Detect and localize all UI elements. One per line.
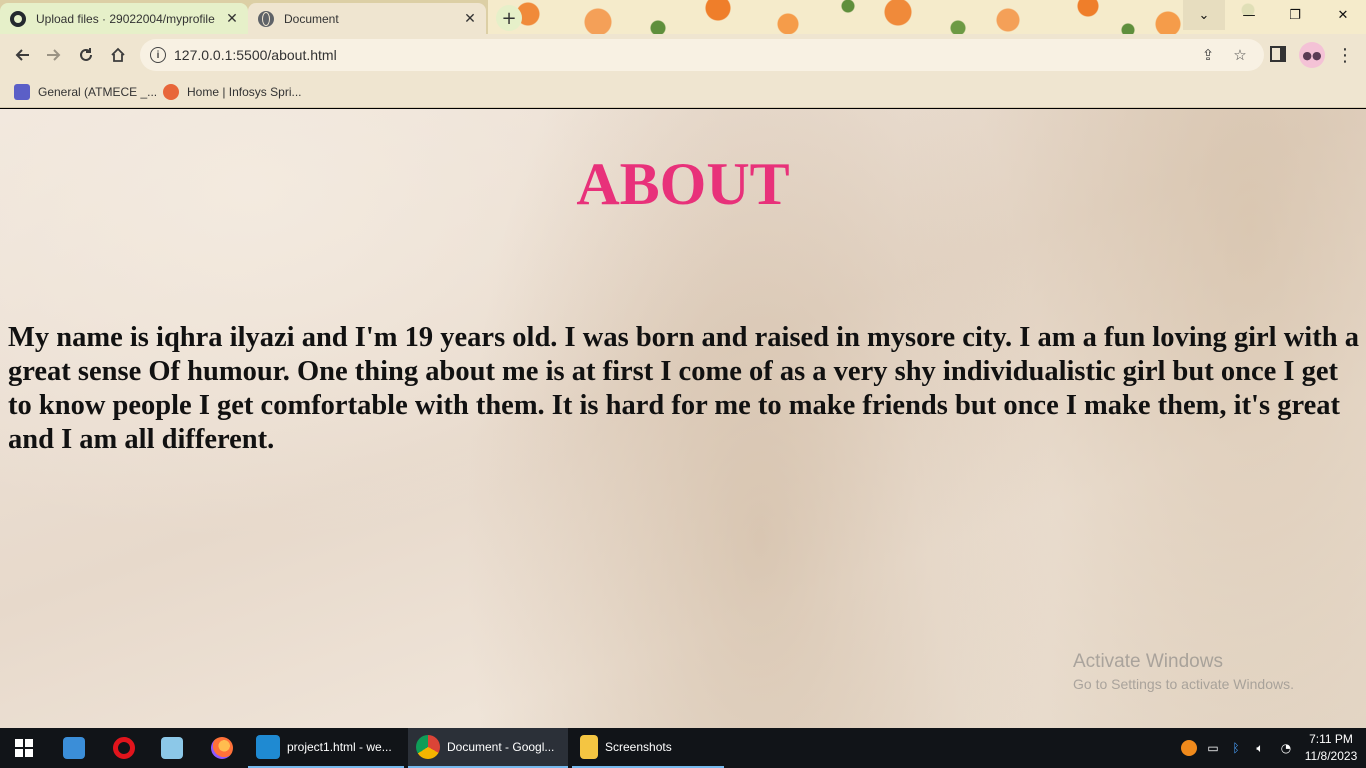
github-icon <box>10 10 26 27</box>
close-tab-icon[interactable]: ✕ <box>462 10 478 27</box>
tab-strip: Upload files · 29022004/myprofile ✕ Docu… <box>0 0 1366 34</box>
notepad-icon <box>161 737 183 759</box>
home-icon <box>111 47 125 62</box>
back-arrow-icon <box>15 49 29 61</box>
new-tab-button[interactable]: + <box>496 5 522 31</box>
tab-title: Document <box>284 11 339 26</box>
tray-app-icon[interactable] <box>1181 740 1197 756</box>
globe-icon <box>258 10 274 27</box>
windows-logo-icon <box>15 739 33 757</box>
browser-toolbar: i 127.0.0.1:5500/about.html ⇪ ☆ ●● ⋮ <box>0 34 1366 76</box>
address-bar[interactable]: i 127.0.0.1:5500/about.html ⇪ ☆ <box>140 39 1264 71</box>
watermark-subtitle: Go to Settings to activate Windows. <box>1073 676 1294 692</box>
url-text[interactable]: 127.0.0.1:5500/about.html <box>174 47 337 63</box>
system-clock[interactable]: 7:11 PM 11/8/2023 <box>1300 731 1362 765</box>
clock-date: 11/8/2023 <box>1304 749 1358 763</box>
bluetooth-icon[interactable]: ᛒ <box>1228 740 1244 756</box>
opera-icon <box>113 737 135 759</box>
about-paragraph: My name is iqhra ilyazi and I'm 19 years… <box>8 322 1359 455</box>
taskbar-app-vscode[interactable]: project1.html - we... <box>248 728 404 768</box>
tab-search-button[interactable]: ⌄ <box>1183 0 1225 30</box>
forward-button[interactable] <box>40 41 68 69</box>
tab-document[interactable]: Document ✕ <box>248 3 486 34</box>
taskbar-app-label: project1.html - we... <box>287 740 392 754</box>
page-viewport: ABOUT My name is iqhra ilyazi and I'm 19… <box>0 109 1366 728</box>
tab-upload-files[interactable]: Upload files · 29022004/myprofile ✕ <box>0 3 248 34</box>
profile-avatar-icon[interactable]: ●● <box>1299 42 1325 68</box>
bookmark-label: Home | Infosys Spri... <box>187 85 302 99</box>
volume-icon[interactable]: 🔈︎ <box>1252 740 1268 756</box>
site-info-icon[interactable]: i <box>150 47 166 63</box>
home-button[interactable] <box>104 41 132 69</box>
menu-kebab-icon[interactable]: ⋮ <box>1334 41 1356 69</box>
side-panel-icon[interactable] <box>1270 46 1286 62</box>
share-icon[interactable]: ⇪ <box>1198 45 1218 65</box>
close-tab-icon[interactable]: ✕ <box>224 10 240 27</box>
clock-time: 7:11 PM <box>1309 732 1353 746</box>
firefox-button[interactable] <box>198 728 246 768</box>
teams-icon <box>14 84 30 100</box>
close-window-button[interactable]: ✕ <box>1320 0 1366 30</box>
minimize-button[interactable]: — <box>1226 0 1272 30</box>
taskbar-app-label: Screenshots <box>605 740 672 754</box>
battery-icon[interactable]: ▭ <box>1205 740 1221 756</box>
bookmark-infosys[interactable]: Home | Infosys Spri... <box>163 82 302 102</box>
forward-arrow-icon <box>47 49 61 61</box>
activate-windows-watermark: Activate Windows Go to Settings to activ… <box>1073 651 1294 695</box>
opera-button[interactable] <box>100 728 148 768</box>
bookmarks-bar: General (ATMECE _... Home | Infosys Spri… <box>0 76 1366 108</box>
vscode-icon <box>256 735 280 759</box>
infosys-icon <box>163 84 179 100</box>
taskbar-app-label: Document - Googl... <box>447 740 555 754</box>
page-title: ABOUT <box>576 151 790 217</box>
taskbar-app-chrome[interactable]: Document - Googl... <box>408 728 568 768</box>
chrome-icon <box>416 735 440 759</box>
bookmark-star-icon[interactable]: ☆ <box>1230 45 1250 65</box>
reload-button[interactable] <box>72 41 100 69</box>
tab-title: Upload files · 29022004/myprofile <box>36 11 215 26</box>
bookmark-label: General (ATMECE _... <box>38 85 158 99</box>
folder-icon <box>580 735 598 759</box>
restore-button[interactable]: ❐ <box>1272 0 1318 30</box>
screen: Upload files · 29022004/myprofile ✕ Docu… <box>0 0 1366 768</box>
file-explorer-icon <box>63 737 85 759</box>
back-button[interactable] <box>8 41 36 69</box>
bookmark-general-atmece[interactable]: General (ATMECE _... <box>14 82 157 102</box>
firefox-icon <box>211 737 233 759</box>
taskbar-app-screenshots[interactable]: Screenshots <box>572 728 724 768</box>
start-button[interactable] <box>0 728 48 768</box>
watermark-title: Activate Windows <box>1073 651 1223 672</box>
network-icon[interactable]: ◔ <box>1278 740 1294 756</box>
windows-taskbar: project1.html - we... Document - Googl..… <box>0 728 1366 768</box>
notepad-button[interactable] <box>148 728 196 768</box>
reload-icon <box>80 48 92 61</box>
file-explorer-button[interactable] <box>50 728 98 768</box>
